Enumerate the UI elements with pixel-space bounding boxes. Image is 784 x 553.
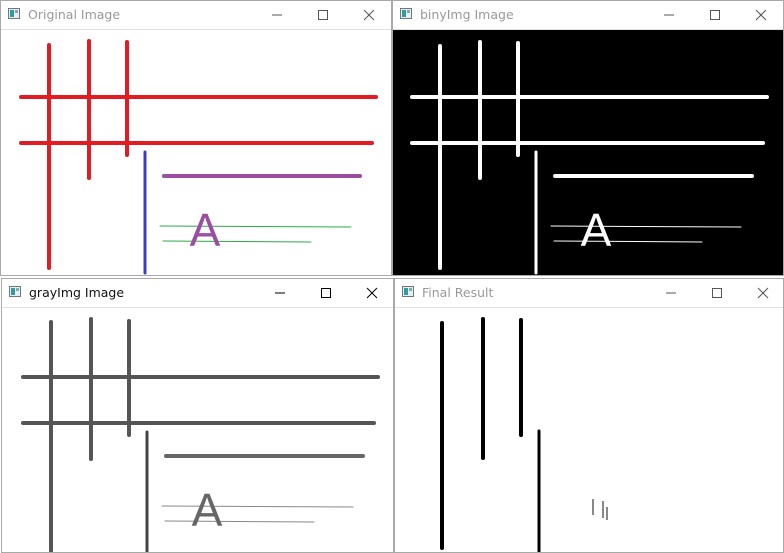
green-line [162, 240, 312, 243]
binary-image-window[interactable]: binyImg Image A [392, 0, 784, 276]
maximize-button[interactable] [695, 279, 739, 307]
final-title-bar[interactable]: Final Result [395, 279, 783, 308]
maximize-icon [710, 10, 720, 20]
close-button[interactable] [739, 1, 783, 29]
close-button[interactable] [350, 279, 393, 307]
minimize-button[interactable] [649, 279, 693, 307]
binary-image-canvas: A [393, 30, 783, 275]
binary-image: A [393, 30, 783, 275]
window-title: Final Result [422, 285, 494, 300]
letter-a: A [192, 484, 223, 536]
gray-thin-line [161, 505, 354, 508]
maximize-button[interactable] [304, 279, 348, 307]
window-title: Original Image [28, 7, 121, 22]
maximize-icon [318, 10, 328, 20]
app-icon [9, 286, 21, 297]
close-icon [366, 287, 378, 299]
close-button[interactable] [741, 279, 783, 307]
letter-a: A [190, 204, 221, 256]
app-icon [8, 8, 20, 19]
minimize-icon [272, 14, 282, 16]
close-icon [755, 9, 767, 21]
original-title-bar[interactable]: Original Image [1, 1, 391, 30]
close-button[interactable] [347, 1, 391, 29]
gray-image: A [21, 317, 380, 552]
minimize-button[interactable] [258, 279, 302, 307]
gray-image-window[interactable]: grayImg Image A [1, 278, 394, 553]
window-title: grayImg Image [29, 285, 125, 300]
minimize-button[interactable] [255, 1, 299, 29]
close-icon [363, 9, 375, 21]
final-result-window[interactable]: Final Result [394, 278, 784, 553]
gray-thin-line [164, 520, 315, 523]
original-image-window[interactable]: Original Image A [0, 0, 392, 276]
maximize-button[interactable] [301, 1, 345, 29]
final-result-image [440, 317, 608, 552]
maximize-icon [712, 288, 722, 298]
window-title: binyImg Image [420, 7, 514, 22]
original-image-canvas: A [1, 30, 391, 275]
binary-title-bar[interactable]: binyImg Image [393, 1, 783, 30]
app-icon [402, 286, 414, 297]
green-line [159, 225, 352, 228]
gray-image-canvas: A [2, 308, 393, 552]
maximize-icon [321, 288, 331, 298]
maximize-button[interactable] [693, 1, 737, 29]
letter-a: A [581, 204, 612, 256]
close-icon [757, 287, 769, 299]
minimize-icon [664, 14, 674, 16]
minimize-icon [666, 292, 676, 294]
original-image: A [19, 39, 378, 275]
minimize-icon [275, 292, 285, 294]
gray-title-bar[interactable]: grayImg Image [2, 279, 393, 308]
app-icon [400, 8, 412, 19]
minimize-button[interactable] [647, 1, 691, 29]
final-result-canvas [395, 308, 783, 552]
